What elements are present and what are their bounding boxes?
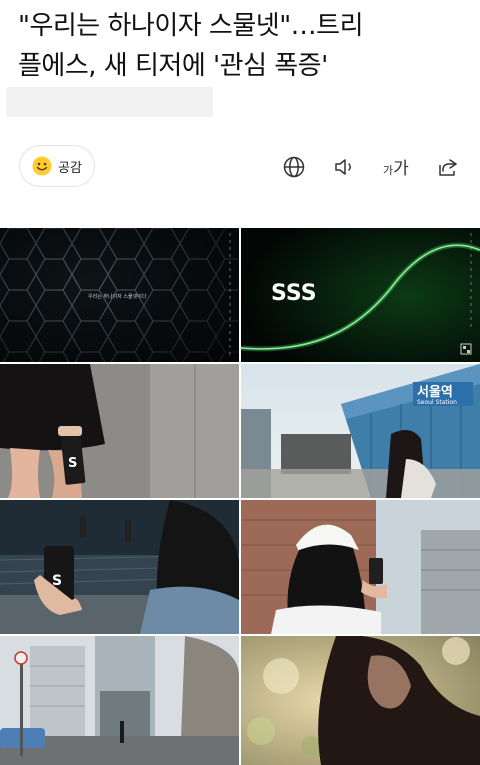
like-button[interactable]: 공감 — [19, 145, 95, 187]
station-sign-english: Seoul Station — [417, 399, 457, 406]
phone-screen-letter: S — [68, 456, 77, 471]
speaker-icon[interactable] — [333, 155, 357, 179]
teaser-tile-city-street — [0, 636, 239, 765]
article-headline: "우리는 하나이자 스물넷"…트리 플에스, 새 티저에 '관심 폭증' — [18, 6, 468, 86]
station-sign-hangul: 서울역 — [417, 384, 453, 400]
teaser-tile-hexagon: 우리는 하나이자 스물넷이다 — [0, 228, 239, 362]
like-label: 공감 — [58, 160, 82, 176]
blurred-byline — [6, 87, 213, 117]
headline-line-2: 플에스, 새 티저에 '관심 폭증' — [18, 51, 328, 81]
teaser-tile-hand-phone: S — [0, 500, 239, 634]
teaser-tile-sss-wave: SSS — [241, 228, 480, 362]
font-size-button[interactable]: 가 가 — [383, 155, 409, 179]
teaser-tile-seoul-station: 서울역 Seoul Station — [241, 364, 480, 498]
article-toolbar: 공감 가 가 — [0, 145, 480, 189]
teaser-tile-bokeh-portrait — [241, 636, 480, 765]
share-icon[interactable] — [436, 155, 460, 179]
smile-emoji-icon — [32, 156, 52, 176]
tile-caption: 우리는 하나이자 스물넷이다 — [88, 293, 147, 300]
teaser-image-grid: 우리는 하나이자 스물넷이다 SSS S 서울역 Seoul Station S — [0, 228, 480, 765]
teaser-tile-skirt-phone: S — [0, 364, 239, 498]
teaser-tile-white-cap — [241, 500, 480, 634]
font-size-large-label: 가 — [393, 159, 409, 179]
globe-icon[interactable] — [282, 155, 306, 179]
headline-line-1: "우리는 하나이자 스물넷"…트리 — [18, 11, 364, 41]
tile-sss-text: SSS — [271, 281, 317, 306]
font-size-small-label: 가 — [383, 164, 394, 177]
